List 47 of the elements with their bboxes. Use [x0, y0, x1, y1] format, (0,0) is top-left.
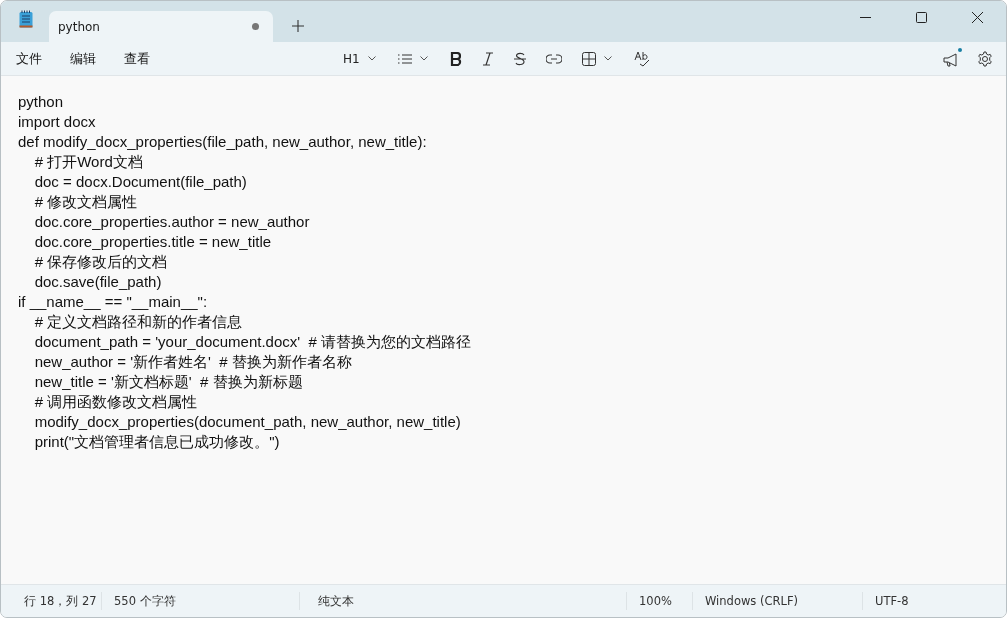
link-icon[interactable]: [545, 53, 562, 64]
list-dropdown[interactable]: [397, 53, 428, 64]
code-line: # 保存修改后的文档: [33, 252, 168, 272]
menu-item[interactable]: 查看: [124, 49, 150, 68]
zoom-level: 100%: [626, 592, 692, 610]
maximize-icon[interactable]: [916, 12, 927, 23]
menu-item[interactable]: 编辑: [70, 49, 96, 68]
cursor-position: 行 18，列 27: [23, 593, 98, 610]
table-dropdown[interactable]: [581, 51, 612, 66]
strikethrough-icon[interactable]: [513, 51, 526, 66]
code-line: doc.core_properties.title = new_title: [33, 232, 272, 252]
code-line: doc.save(file_path): [33, 272, 162, 292]
code-line: new_author = '新作者姓名' # 替换为新作者名称: [33, 352, 352, 372]
code-line: document_path = 'your_document.docx' # 请替换为您的文档路径: [33, 332, 471, 352]
bold-icon[interactable]: [449, 51, 462, 66]
code-line: # 打开Word文档: [33, 152, 143, 172]
code-line: python: [18, 92, 64, 112]
document-tab[interactable]: python: [49, 11, 273, 42]
menu-item[interactable]: 文件: [16, 49, 42, 68]
character-count: 550 个字符: [101, 592, 299, 610]
megaphone-icon[interactable]: [943, 51, 959, 66]
file-format: 纯文本: [299, 592, 626, 610]
code-line: doc = docx.Document(file_path): [33, 172, 247, 192]
caret-icon: [367, 56, 376, 61]
line-ending: Windows (CRLF): [692, 592, 862, 610]
code-line: doc.core_properties.author = new_author: [33, 212, 310, 232]
code-line: def modify_docx_properties(file_path, new_author, new_title):: [18, 132, 427, 152]
table-icon: [581, 51, 596, 66]
code-line: if __name__ == "__main__":: [18, 292, 208, 312]
code-line: # 调用函数修改文档属性: [33, 392, 198, 412]
notepad-icon: [19, 10, 33, 28]
caret-icon: [603, 56, 612, 61]
encoding: UTF-8: [862, 592, 1006, 610]
code-line: print("文档管理者信息已成功修改。"): [33, 432, 280, 452]
list-icon: [397, 53, 412, 64]
settings-icon[interactable]: [977, 50, 993, 67]
close-icon[interactable]: [972, 12, 983, 23]
code-line: import docx: [18, 112, 96, 132]
code-line: # 修改文档属性: [33, 192, 138, 212]
plus-icon[interactable]: [292, 20, 304, 32]
spellcheck-icon[interactable]: [633, 50, 650, 67]
code-line: modify_docx_properties(document_path, new_author, new_title): [33, 412, 461, 432]
heading-dropdown[interactable]: H1: [343, 51, 376, 66]
code-line: new_title = '新文档标题' # 替换为新标题: [33, 372, 303, 392]
code-line: # 定义文档路径和新的作者信息: [33, 312, 243, 332]
caret-icon: [419, 56, 428, 61]
italic-icon[interactable]: [481, 51, 494, 66]
